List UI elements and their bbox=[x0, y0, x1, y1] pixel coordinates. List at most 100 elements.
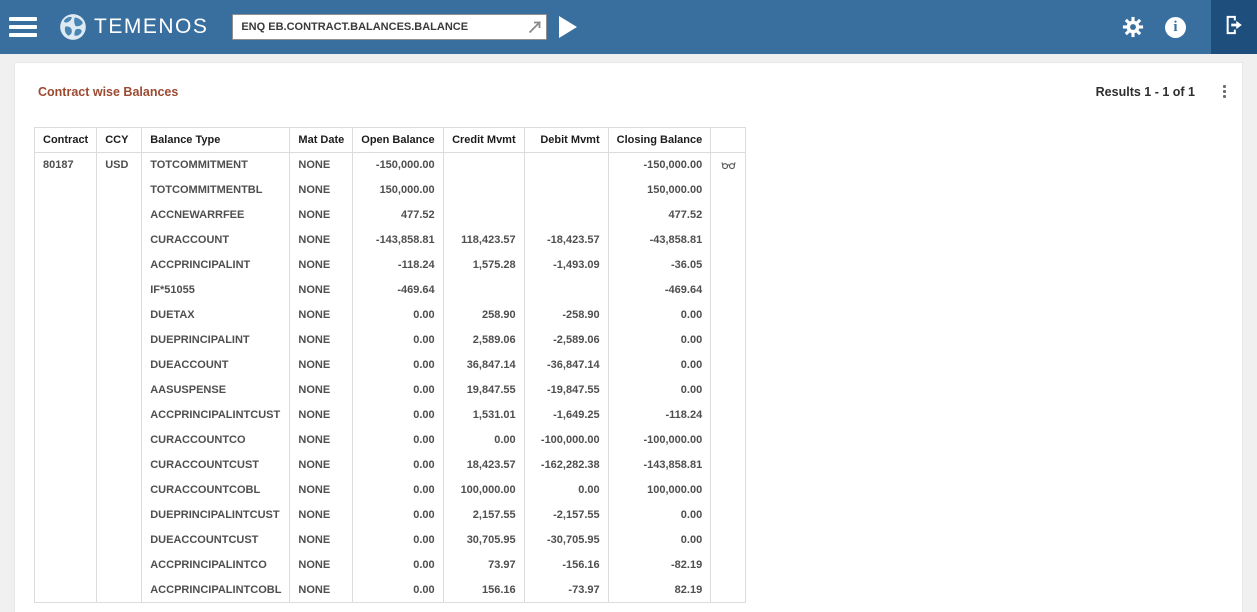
cell-ccy bbox=[97, 528, 142, 553]
cell-contract bbox=[35, 303, 97, 328]
cell-ccy bbox=[97, 203, 142, 228]
cell-ccy bbox=[97, 278, 142, 303]
cell-actions bbox=[711, 553, 746, 578]
cell-ccy bbox=[97, 553, 142, 578]
cell-credit-mvmt: 36,847.14 bbox=[443, 353, 524, 378]
cell-open-balance: 0.00 bbox=[353, 328, 443, 353]
cell-balance-type: CURACCOUNTCUST bbox=[142, 453, 290, 478]
balances-table-body: 80187USDTOTCOMMITMENTNONE-150,000.00-150… bbox=[35, 153, 746, 603]
view-details-icon[interactable] bbox=[721, 160, 736, 170]
cell-mat-date: NONE bbox=[290, 403, 353, 428]
cell-debit-mvmt: -162,282.38 bbox=[524, 453, 608, 478]
cell-actions bbox=[711, 228, 746, 253]
cell-closing-balance: 0.00 bbox=[608, 303, 711, 328]
table-row: CURACCOUNTCONONE0.000.00-100,000.00-100,… bbox=[35, 428, 746, 453]
cell-contract bbox=[35, 203, 97, 228]
cell-closing-balance: 0.00 bbox=[608, 328, 711, 353]
cell-closing-balance: 0.00 bbox=[608, 503, 711, 528]
table-header-row: Contract CCY Balance Type Mat Date Open … bbox=[35, 128, 746, 153]
top-navigation-bar: TEMENOS bbox=[0, 0, 1257, 54]
cell-contract bbox=[35, 378, 97, 403]
card-header: Contract wise Balances Results 1 - 1 of … bbox=[15, 63, 1242, 100]
table-row: CURACCOUNTNONE-143,858.81118,423.57-18,4… bbox=[35, 228, 746, 253]
cell-open-balance: 0.00 bbox=[353, 528, 443, 553]
cell-ccy bbox=[97, 228, 142, 253]
cell-ccy bbox=[97, 578, 142, 603]
cell-debit-mvmt: -2,157.55 bbox=[524, 503, 608, 528]
cell-closing-balance: 100,000.00 bbox=[608, 478, 711, 503]
cell-balance-type: TOTCOMMITMENTBL bbox=[142, 178, 290, 203]
signout-button[interactable] bbox=[1211, 0, 1257, 54]
cell-closing-balance: -469.64 bbox=[608, 278, 711, 303]
cell-closing-balance: 150,000.00 bbox=[608, 178, 711, 203]
cell-actions bbox=[711, 303, 746, 328]
cell-debit-mvmt: -156.16 bbox=[524, 553, 608, 578]
cell-mat-date: NONE bbox=[290, 578, 353, 603]
hamburger-menu-icon[interactable] bbox=[9, 17, 37, 37]
balances-table: Contract CCY Balance Type Mat Date Open … bbox=[34, 127, 746, 603]
cell-open-balance: 150,000.00 bbox=[353, 178, 443, 203]
cell-contract bbox=[35, 453, 97, 478]
cell-contract bbox=[35, 553, 97, 578]
cell-debit-mvmt: 0.00 bbox=[524, 478, 608, 503]
cell-actions bbox=[711, 403, 746, 428]
cell-credit-mvmt: 0.00 bbox=[443, 428, 524, 453]
cell-mat-date: NONE bbox=[290, 253, 353, 278]
cell-credit-mvmt bbox=[443, 178, 524, 203]
cell-actions bbox=[711, 453, 746, 478]
cell-balance-type: ACCPRINCIPALINTCO bbox=[142, 553, 290, 578]
column-header-mat-date: Mat Date bbox=[290, 128, 353, 153]
command-go-icon[interactable] bbox=[527, 20, 542, 35]
run-enquiry-button[interactable] bbox=[559, 16, 577, 38]
cell-balance-type: DUEACCOUNTCUST bbox=[142, 528, 290, 553]
cell-debit-mvmt bbox=[524, 178, 608, 203]
table-row: IF*51055NONE-469.64-469.64 bbox=[35, 278, 746, 303]
cell-debit-mvmt: -36,847.14 bbox=[524, 353, 608, 378]
cell-balance-type: ACCPRINCIPALINTCOBL bbox=[142, 578, 290, 603]
cell-balance-type: TOTCOMMITMENT bbox=[142, 153, 290, 178]
cell-open-balance: 477.52 bbox=[353, 203, 443, 228]
cell-open-balance: -143,858.81 bbox=[353, 228, 443, 253]
cell-debit-mvmt bbox=[524, 278, 608, 303]
cell-balance-type: DUEPRINCIPALINTCUST bbox=[142, 503, 290, 528]
table-row: DUEPRINCIPALINTNONE0.002,589.06-2,589.06… bbox=[35, 328, 746, 353]
info-icon[interactable]: i bbox=[1165, 17, 1186, 38]
cell-credit-mvmt bbox=[443, 278, 524, 303]
cell-actions bbox=[711, 178, 746, 203]
settings-gear-icon[interactable] bbox=[1122, 16, 1144, 38]
cell-open-balance: -469.64 bbox=[353, 278, 443, 303]
cell-ccy bbox=[97, 503, 142, 528]
cell-closing-balance: -82.19 bbox=[608, 553, 711, 578]
cell-mat-date: NONE bbox=[290, 178, 353, 203]
cell-balance-type: CURACCOUNTCOBL bbox=[142, 478, 290, 503]
cell-actions bbox=[711, 528, 746, 553]
cell-credit-mvmt: 156.16 bbox=[443, 578, 524, 603]
cell-balance-type: AASUSPENSE bbox=[142, 378, 290, 403]
cell-actions bbox=[711, 203, 746, 228]
cell-credit-mvmt: 2,589.06 bbox=[443, 328, 524, 353]
cell-debit-mvmt: -1,649.25 bbox=[524, 403, 608, 428]
cell-credit-mvmt bbox=[443, 153, 524, 178]
cell-ccy bbox=[97, 428, 142, 453]
cell-mat-date: NONE bbox=[290, 553, 353, 578]
cell-balance-type: ACCNEWARRFEE bbox=[142, 203, 290, 228]
cell-actions bbox=[711, 353, 746, 378]
cell-debit-mvmt: -73.97 bbox=[524, 578, 608, 603]
cell-mat-date: NONE bbox=[290, 278, 353, 303]
cell-open-balance: 0.00 bbox=[353, 403, 443, 428]
more-options-icon[interactable] bbox=[1219, 83, 1230, 100]
cell-debit-mvmt bbox=[524, 153, 608, 178]
cell-contract bbox=[35, 353, 97, 378]
column-header-open-balance: Open Balance bbox=[353, 128, 443, 153]
column-header-debit-mvmt: Debit Mvmt bbox=[524, 128, 608, 153]
command-input[interactable] bbox=[232, 14, 547, 40]
cell-balance-type: DUETAX bbox=[142, 303, 290, 328]
cell-ccy bbox=[97, 303, 142, 328]
table-row: ACCPRINCIPALINTCOBLNONE0.00156.16-73.978… bbox=[35, 578, 746, 603]
command-line bbox=[232, 14, 547, 40]
cell-balance-type: ACCPRINCIPALINT bbox=[142, 253, 290, 278]
cell-debit-mvmt: -19,847.55 bbox=[524, 378, 608, 403]
table-row: DUETAXNONE0.00258.90-258.900.00 bbox=[35, 303, 746, 328]
cell-open-balance: -150,000.00 bbox=[353, 153, 443, 178]
cell-open-balance: 0.00 bbox=[353, 453, 443, 478]
